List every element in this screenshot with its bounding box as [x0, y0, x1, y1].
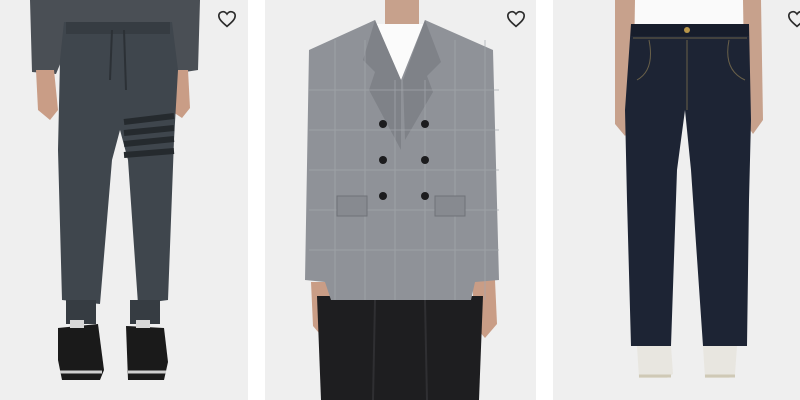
heart-outline-icon — [506, 10, 526, 28]
product-card-3[interactable] — [553, 0, 800, 400]
grey-check-double-breasted-blazer-photo[interactable] — [265, 0, 536, 400]
heart-outline-icon — [787, 10, 800, 28]
favorite-button[interactable] — [786, 8, 800, 30]
product-card-2[interactable] — [265, 0, 536, 400]
favorite-button[interactable] — [505, 8, 527, 30]
heart-outline-icon — [217, 10, 237, 28]
grey-jogger-pants-photo[interactable] — [0, 0, 248, 400]
raw-denim-jeans-photo[interactable] — [553, 0, 800, 400]
product-card-1[interactable] — [0, 0, 248, 400]
favorite-button[interactable] — [216, 8, 238, 30]
